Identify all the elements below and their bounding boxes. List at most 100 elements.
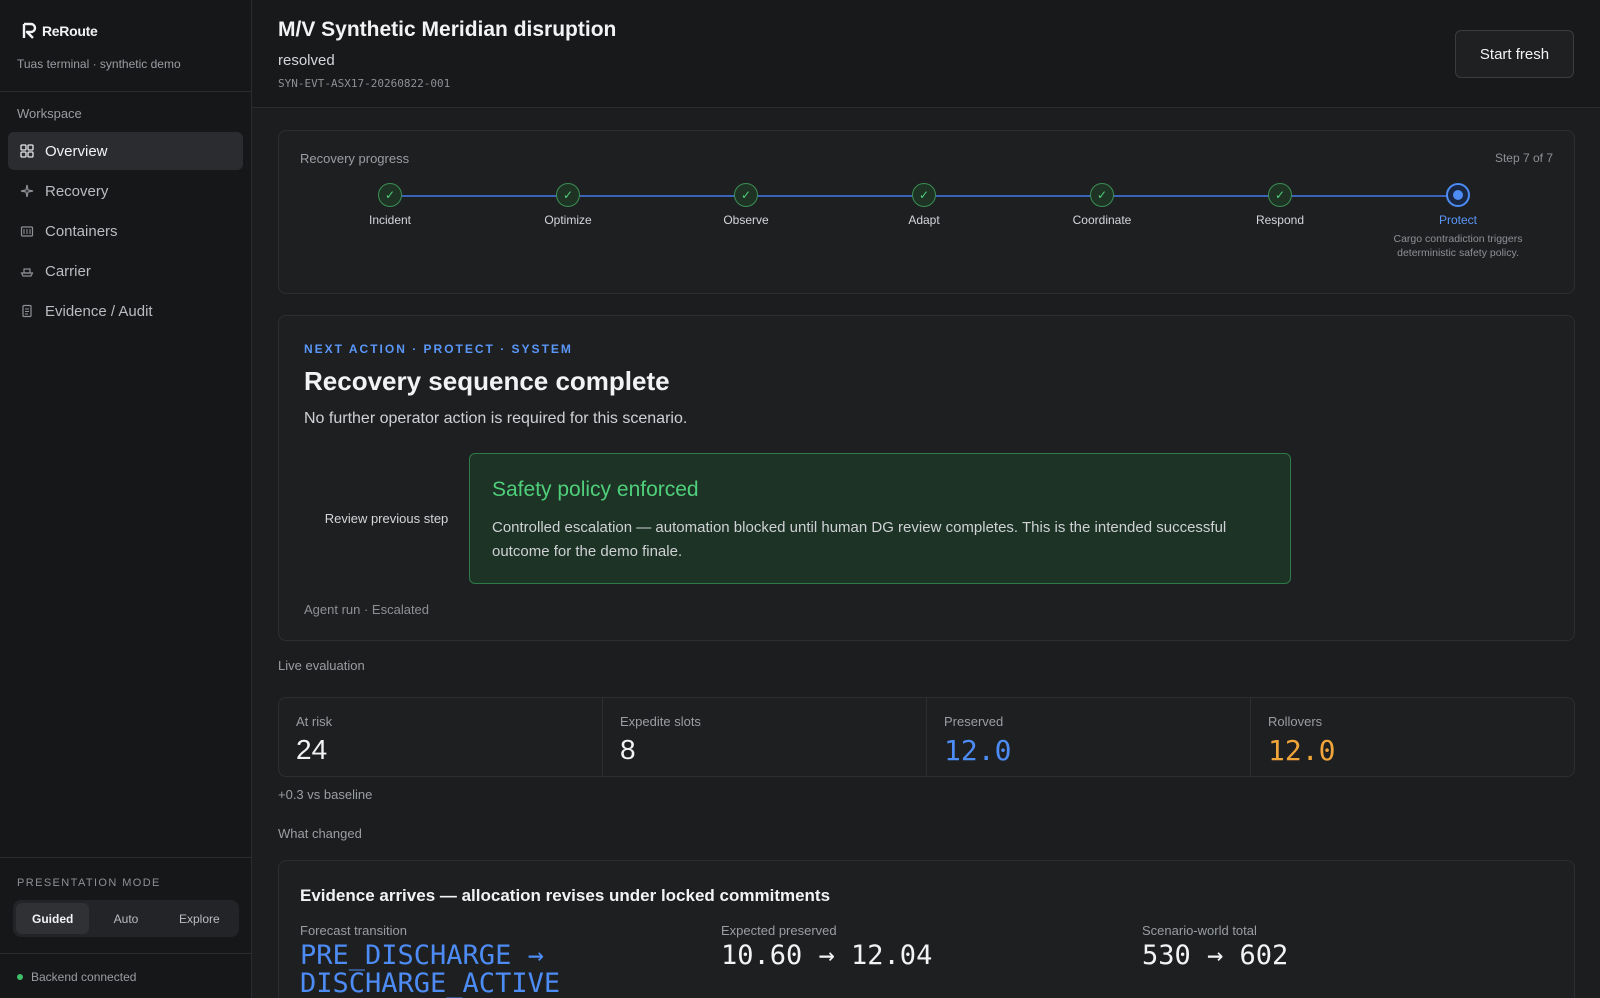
page-header: M/V Synthetic Meridian disruption resolv…	[252, 0, 1600, 108]
metric-value: 12.0	[944, 734, 1012, 767]
safety-title: Safety policy enforced	[492, 478, 699, 501]
metric-label: Expedite slots	[620, 714, 701, 729]
document-icon	[19, 303, 35, 319]
mode-explore-button[interactable]: Explore	[163, 903, 236, 934]
presentation-mode-label: PRESENTATION MODE	[17, 877, 161, 889]
check-icon: ✓	[734, 183, 758, 207]
next-action-description: No further operator action is required f…	[304, 410, 688, 427]
sidebar-item-recovery[interactable]: Recovery	[8, 172, 243, 210]
scenario-world-total: Scenario-world total 530 → 602	[1142, 923, 1288, 970]
what-changed-label: What changed	[278, 826, 362, 841]
page-title: M/V Synthetic Meridian disruption	[278, 18, 617, 41]
safety-policy-banner: Safety policy enforced Controlled escala…	[469, 453, 1291, 584]
live-evaluation-label: Live evaluation	[278, 658, 365, 673]
metric-at-risk: At risk 24	[279, 698, 603, 776]
brand-logo[interactable]: ReRoute	[22, 22, 98, 40]
event-status: resolved	[278, 52, 335, 69]
sidebar-item-label: Evidence / Audit	[45, 302, 153, 320]
check-icon: ✓	[556, 183, 580, 207]
event-id: SYN-EVT-ASX17-20260822-001	[278, 77, 451, 90]
step-name: Adapt	[908, 213, 940, 227]
progress-label: Recovery progress	[300, 151, 410, 166]
metric-label: Rollovers	[1268, 714, 1323, 729]
step-name: Optimize	[544, 213, 592, 227]
sidebar-item-containers[interactable]: Containers	[8, 212, 243, 250]
metric-value: 8	[620, 734, 636, 765]
sidebar-divider	[0, 91, 251, 92]
progress-stepper: ✓ Incident ✓ Optimize ✓ Observe ✓ Adapt …	[279, 183, 1574, 293]
recovery-progress-card: Recovery progress Step 7 of 7 ✓ Incident…	[278, 130, 1575, 294]
sidebar-item-label: Overview	[45, 142, 108, 160]
progress-step-counter: Step 7 of 7	[1494, 151, 1553, 165]
main-content: Recovery progress Step 7 of 7 ✓ Incident…	[252, 108, 1600, 998]
step-name: Incident	[368, 213, 412, 227]
mode-guided-button[interactable]: Guided	[16, 903, 90, 934]
metrics-panel: At risk 24 Expedite slots 8 Preserved 12…	[278, 697, 1575, 777]
metric-label: At risk	[296, 714, 333, 729]
baseline-delta: +0.3 vs baseline	[278, 787, 373, 802]
step-respond[interactable]: ✓ Respond	[1191, 183, 1369, 227]
change-label: Forecast transition	[300, 923, 407, 938]
next-action-card: NEXT ACTION · PROTECT · SYSTEM Recovery …	[278, 315, 1575, 641]
sparkle-icon	[19, 183, 35, 199]
what-changed-title: Evidence arrives — allocation revises un…	[300, 886, 831, 905]
sidebar-section-label: Workspace	[17, 106, 82, 121]
grid-icon	[19, 143, 35, 159]
expected-preserved: Expected preserved 10.60 → 12.04	[721, 923, 932, 970]
next-action-eyebrow: NEXT ACTION · PROTECT · SYSTEM	[304, 342, 573, 356]
check-icon: ✓	[378, 183, 402, 207]
sidebar-item-evidence-audit[interactable]: Evidence / Audit	[8, 292, 243, 330]
safety-body: Controlled escalation — automation block…	[492, 519, 1227, 560]
check-icon: ✓	[912, 183, 936, 207]
step-incident[interactable]: ✓ Incident	[301, 183, 479, 227]
step-name: Observe	[723, 213, 769, 227]
what-changed-card: Evidence arrives — allocation revises un…	[278, 860, 1575, 998]
container-icon	[19, 223, 35, 239]
agent-run-status: Agent run · Escalated	[304, 602, 430, 617]
step-optimize[interactable]: ✓ Optimize	[479, 183, 657, 227]
backend-status-text: Backend connected	[31, 970, 137, 984]
backend-status: Backend connected	[17, 970, 136, 984]
step-name: Protect	[1438, 213, 1477, 227]
ship-icon	[19, 263, 35, 279]
sidebar-item-label: Carrier	[45, 262, 91, 280]
sidebar-item-carrier[interactable]: Carrier	[8, 252, 243, 290]
metric-preserved: Preserved 12.0	[927, 698, 1251, 776]
brand-subtitle: Tuas terminal · synthetic demo	[17, 57, 181, 71]
metric-value: 12.0	[1268, 734, 1336, 767]
change-label: Expected preserved	[721, 923, 837, 938]
step-name: Respond	[1255, 213, 1305, 227]
sidebar-divider	[0, 953, 251, 954]
metric-label: Preserved	[944, 714, 1004, 729]
step-coordinate[interactable]: ✓ Coordinate	[1013, 183, 1191, 227]
review-previous-step-button[interactable]: Review previous step	[304, 453, 469, 583]
presentation-mode-toggle: Guided Auto Explore	[13, 900, 239, 937]
change-value: PRE_DISCHARGE → DISCHARGE_ACTIVE	[300, 940, 561, 998]
step-adapt[interactable]: ✓ Adapt	[835, 183, 1013, 227]
change-label: Scenario-world total	[1142, 923, 1257, 938]
current-step-icon	[1446, 183, 1470, 207]
sidebar-item-label: Containers	[45, 222, 118, 240]
reroute-logo-icon	[22, 22, 37, 39]
mode-auto-button[interactable]: Auto	[89, 903, 162, 934]
step-observe[interactable]: ✓ Observe	[657, 183, 835, 227]
metric-expedite-slots: Expedite slots 8	[603, 698, 927, 776]
status-dot-icon	[17, 974, 23, 980]
step-description: Cargo contradiction triggers determinist…	[1393, 233, 1523, 259]
forecast-transition: Forecast transition PRE_DISCHARGE → DISC…	[300, 923, 680, 998]
next-action-title: Recovery sequence complete	[304, 366, 670, 396]
metric-value: 24	[296, 734, 328, 765]
check-icon: ✓	[1090, 183, 1114, 207]
check-icon: ✓	[1268, 183, 1292, 207]
brand-name: ReRoute	[42, 23, 98, 39]
sidebar-item-overview[interactable]: Overview	[8, 132, 243, 170]
sidebar-item-label: Recovery	[45, 182, 109, 200]
step-name: Coordinate	[1072, 213, 1132, 227]
change-value: 10.60 → 12.04	[721, 940, 933, 971]
start-fresh-button[interactable]: Start fresh	[1455, 30, 1574, 78]
sidebar-divider	[0, 857, 251, 858]
change-value: 530 → 602	[1142, 940, 1289, 971]
metric-rollovers: Rollovers 12.0	[1251, 698, 1574, 776]
sidebar: ReRoute Tuas terminal · synthetic demo W…	[0, 0, 252, 998]
sidebar-nav: Overview Recovery Containers Carrier Evi…	[8, 132, 243, 332]
